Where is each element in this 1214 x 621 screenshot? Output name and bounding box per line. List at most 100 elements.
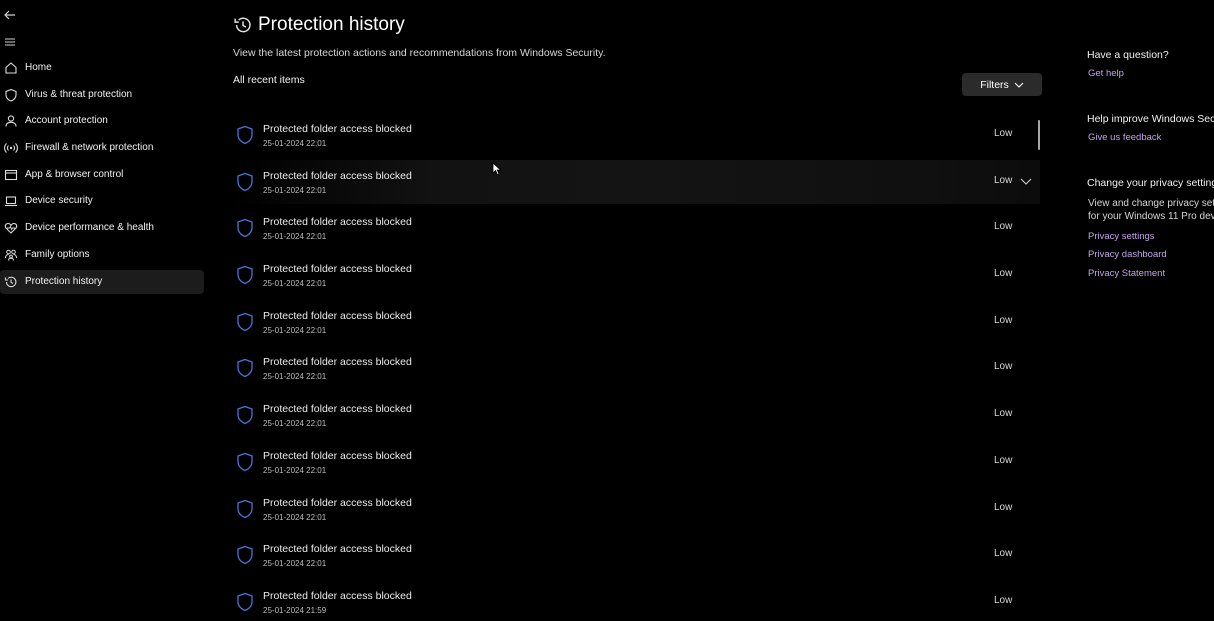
item-date: 25-01-2024 22:01 [263,512,327,522]
sidebar-item-virus-threat-protection[interactable]: Virus & threat protection [0,83,204,107]
sidebar-item-app-browser-control[interactable]: App & browser control [0,163,204,187]
item-date: 25-01-2024 22:01 [263,419,327,429]
item-date: 25-01-2024 22:01 [263,559,327,569]
shield-icon [237,359,253,378]
shield-icon [3,87,19,103]
get-help-link[interactable]: Get help [1088,68,1124,79]
filters-label: Filters [980,78,1009,91]
sidebar-item-label: Home [25,62,52,73]
list-item[interactable]: Protected folder access blocked 25-01-20… [230,253,1040,297]
severity-label: Low [994,501,1013,513]
item-title: Protected folder access blocked [263,589,412,602]
item-date: 25-01-2024 22:01 [263,372,327,382]
back-button[interactable] [2,7,18,23]
sidebar-item-protection-history[interactable]: Protection history [0,269,204,294]
scrollbar-thumb[interactable] [1038,120,1040,150]
improve-heading: Help improve Windows Secu [1087,113,1214,125]
sidebar-item-label: Virus & threat protection [25,88,133,100]
privacy-statement-link[interactable]: Privacy Statement [1088,268,1165,279]
shield-icon [237,592,253,612]
question-heading: Have a question? [1087,49,1169,61]
wifi-icon [3,140,19,156]
menu-button[interactable] [2,34,18,50]
sidebar-item-device-performance-health[interactable]: Device performance & health [0,216,204,240]
list-item[interactable]: Protected folder access blocked 25-01-20… [230,393,1040,437]
sidebar-item-account-protection[interactable]: Account protection [0,109,204,133]
shield-icon [237,265,253,285]
shield-icon [237,545,253,565]
left-navigation: Home Virus & threat protection Account p… [0,0,210,621]
home-icon [3,60,19,76]
item-title: Protected folder access blocked [263,356,412,369]
sidebar-item-label: Account protection [25,115,108,127]
privacy-dashboard-link[interactable]: Privacy dashboard [1088,249,1167,260]
page-subtitle: View the latest protection actions and r… [233,47,606,59]
severity-label: Low [994,454,1013,466]
sidebar-item-firewall-network-protection[interactable]: Firewall & network protection [0,136,204,160]
page-header: Protection history [233,14,405,36]
shield-icon [237,312,253,331]
filters-button[interactable]: Filters [962,73,1042,96]
list-item[interactable]: Protected folder access blocked 25-01-20… [230,206,1040,250]
windows-security-window: Home Virus & threat protection Account p… [0,0,1214,621]
sidebar-item-device-security[interactable]: Device security [0,189,204,213]
history-icon [233,15,253,35]
item-title: Protected folder access blocked [263,216,412,229]
nav-list: Home Virus & threat protection Account p… [0,56,204,296]
person-icon [3,113,19,129]
list-item[interactable]: Protected folder access blocked 25-01-20… [230,533,1040,577]
mouse-cursor-icon [492,162,502,176]
severity-label: Low [994,548,1013,560]
history-icon [3,274,19,290]
severity-label: Low [994,268,1013,280]
shield-icon [237,499,253,518]
back-arrow-icon [4,10,15,20]
right-panel: Have a question? Get help Help improve W… [1087,0,1214,621]
severity-label: Low [994,594,1013,606]
severity-label: Low [994,314,1013,326]
list-item[interactable]: Protected folder access blocked 25-01-20… [230,440,1040,484]
item-date: 25-01-2024 22:01 [263,232,327,242]
sidebar-item-home[interactable]: Home [0,56,204,80]
main-content: Protection history View the latest prote… [230,0,1050,621]
sidebar-item-label: Family options [25,248,90,260]
severity-label: Low [994,174,1013,186]
item-date: 25-01-2024 22:01 [263,139,327,148]
sidebar-item-label: App & browser control [25,168,124,180]
shield-icon [237,452,253,472]
sidebar-item-label: Protection history [25,275,103,287]
privacy-heading: Change your privacy settings [1087,177,1214,189]
item-title: Protected folder access blocked [263,543,412,556]
item-date: 25-01-2024 21:59 [263,605,327,615]
list-item[interactable]: Protected folder access blocked 25-01-20… [230,580,1040,621]
list-item[interactable]: Protected folder access blocked 25-01-20… [230,487,1040,531]
severity-label: Low [994,361,1013,373]
item-date: 25-01-2024 22:01 [263,185,327,195]
heart-icon [3,220,19,236]
section-heading: All recent items [233,74,305,86]
severity-label: Low [994,128,1013,139]
history-list: Protected folder access blocked 25-01-20… [230,113,1040,621]
item-title: Protected folder access blocked [263,449,412,462]
page-title: Protection history [258,14,405,35]
hamburger-icon [5,38,15,46]
list-item[interactable]: Protected folder access blocked 25-01-20… [230,346,1040,390]
chevron-down-icon[interactable] [1020,176,1032,186]
item-title: Protected folder access blocked [263,496,412,509]
item-title: Protected folder access blocked [263,309,412,322]
family-icon [3,247,19,263]
laptop-icon [3,193,19,209]
list-item[interactable]: Protected folder access blocked 25-01-20… [230,113,1040,157]
sidebar-item-family-options[interactable]: Family options [0,243,204,267]
list-item[interactable]: Protected folder access blocked 25-01-20… [230,159,1040,204]
list-item[interactable]: Protected folder access blocked 25-01-20… [230,300,1040,344]
privacy-settings-link[interactable]: Privacy settings [1088,231,1155,242]
item-title: Protected folder access blocked [263,403,412,416]
severity-label: Low [994,221,1013,233]
item-title: Protected folder access blocked [263,263,412,276]
severity-label: Low [994,408,1013,420]
item-title: Protected folder access blocked [263,123,412,135]
item-date: 25-01-2024 22:01 [263,325,327,335]
item-date: 25-01-2024 22:01 [263,279,327,289]
feedback-link[interactable]: Give us feedback [1088,132,1161,143]
